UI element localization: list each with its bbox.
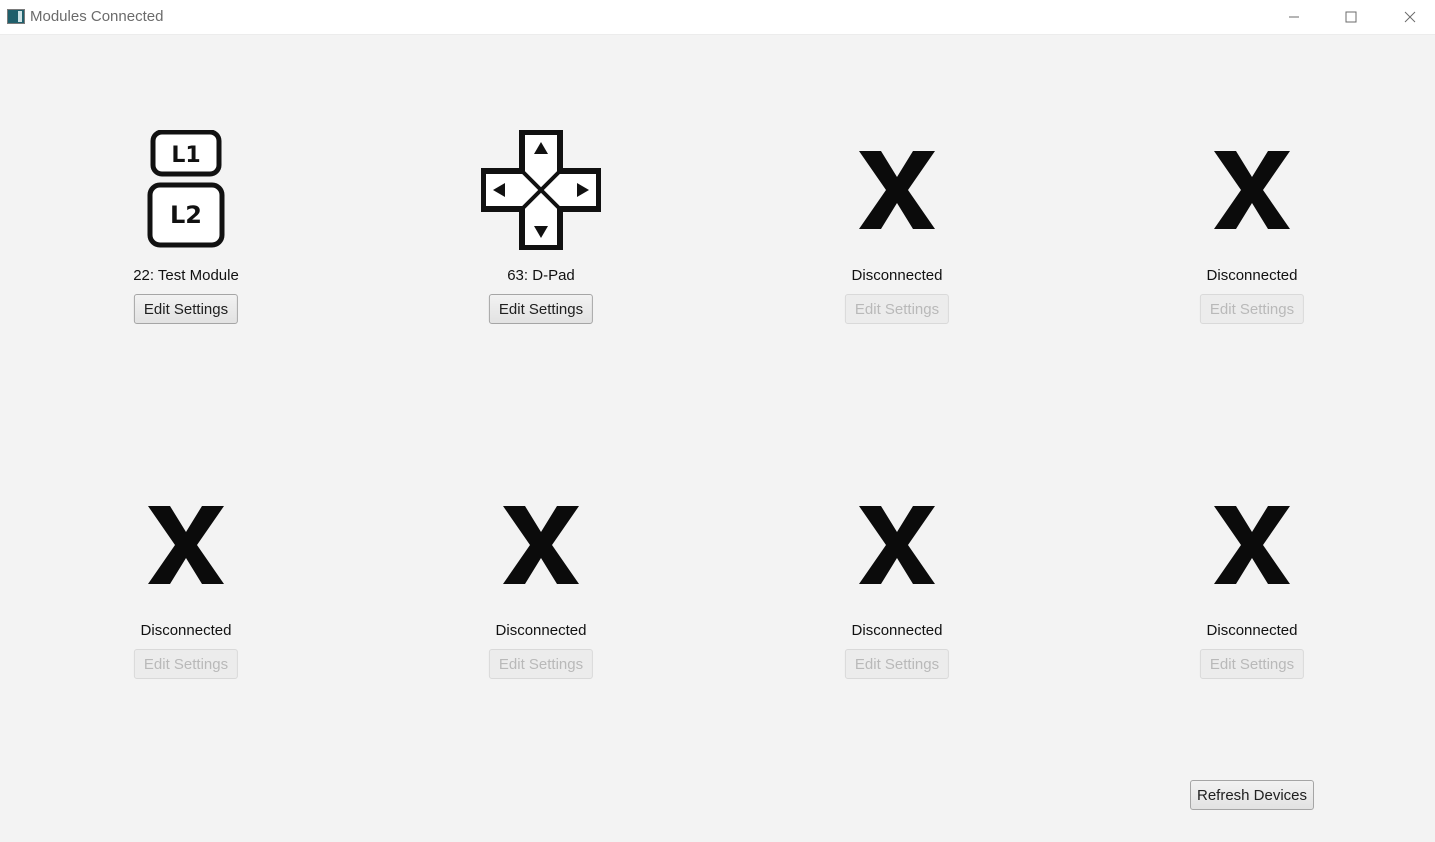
title-bar: Modules Connected <box>0 0 1435 35</box>
module-label: Disconnected <box>851 267 943 284</box>
module-label: Disconnected <box>1206 267 1298 284</box>
x-disconnected-icon <box>1192 130 1312 250</box>
module-slot-1: L1 L2 22: Test Module Edit Settings <box>86 130 286 330</box>
l1-l2-buttons-icon: L1 L2 <box>126 130 246 250</box>
x-disconnected-icon <box>837 130 957 250</box>
module-label: 22: Test Module <box>133 267 239 284</box>
module-slot-3: Disconnected Edit Settings <box>797 130 997 330</box>
x-disconnected-icon <box>481 485 601 605</box>
module-slot-6: Disconnected Edit Settings <box>441 485 641 685</box>
module-slot-4: Disconnected Edit Settings <box>1152 130 1352 330</box>
edit-settings-button[interactable]: Edit Settings <box>1199 649 1305 679</box>
edit-settings-button[interactable]: Edit Settings <box>1199 294 1305 324</box>
minimize-button[interactable] <box>1265 0 1323 34</box>
window-title: Modules Connected <box>30 8 164 25</box>
module-slot-2: 63: D-Pad Edit Settings <box>441 130 641 330</box>
module-slot-7: Disconnected Edit Settings <box>797 485 997 685</box>
maximize-icon <box>1345 11 1357 23</box>
dpad-icon <box>481 130 601 250</box>
module-slot-8: Disconnected Edit Settings <box>1152 485 1352 685</box>
close-button[interactable] <box>1381 0 1435 34</box>
module-slot-5: Disconnected Edit Settings <box>86 485 286 685</box>
svg-text:L1: L1 <box>171 143 200 168</box>
x-disconnected-icon <box>1192 485 1312 605</box>
edit-settings-button[interactable]: Edit Settings <box>844 649 950 679</box>
close-icon <box>1404 11 1416 23</box>
edit-settings-button[interactable]: Edit Settings <box>133 649 239 679</box>
svg-text:L2: L2 <box>170 201 202 229</box>
x-disconnected-icon <box>126 485 246 605</box>
module-label: 63: D-Pad <box>507 267 575 284</box>
module-label: Disconnected <box>851 622 943 639</box>
edit-settings-button[interactable]: Edit Settings <box>844 294 950 324</box>
app-icon <box>7 9 25 24</box>
edit-settings-button[interactable]: Edit Settings <box>488 294 594 324</box>
module-label: Disconnected <box>140 622 232 639</box>
minimize-icon <box>1289 16 1299 18</box>
x-disconnected-icon <box>837 485 957 605</box>
module-label: Disconnected <box>1206 622 1298 639</box>
maximize-button[interactable] <box>1322 0 1380 34</box>
module-label: Disconnected <box>495 622 587 639</box>
edit-settings-button[interactable]: Edit Settings <box>488 649 594 679</box>
refresh-devices-button[interactable]: Refresh Devices <box>1190 780 1314 810</box>
edit-settings-button[interactable]: Edit Settings <box>133 294 239 324</box>
